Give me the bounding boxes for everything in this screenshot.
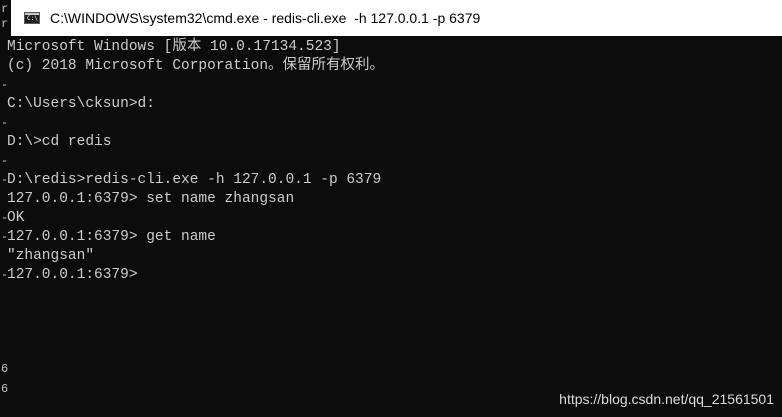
console-line: D:\>cd redis [7, 134, 112, 150]
console-line: 127.0.0.1:6379> get name [7, 229, 216, 245]
cmd-app-icon[interactable]: C:\ [24, 12, 40, 24]
watermark-text: https://blog.csdn.net/qq_21561501 [559, 391, 774, 407]
margin-glyph: r [1, 17, 9, 31]
console-line: OK [7, 210, 25, 226]
console-line: "zhangsan" [7, 248, 95, 264]
window-title: C:\WINDOWS\system32\cmd.exe - redis-cli.… [50, 10, 481, 26]
console-output[interactable]: Microsoft Windows [版本 10.0.17134.523] (c)… [7, 38, 777, 285]
title-bar[interactable]: C:\ C:\WINDOWS\system32\cmd.exe - redis-… [11, 0, 782, 36]
console-line: 127.0.0.1:6379> [7, 267, 138, 283]
cmd-window: r r - - - - - - - 6 6 C:\ C:\WINDOWS\sys… [0, 0, 782, 417]
console-line: (c) 2018 Microsoft Corporation。保留所有权利。 [7, 58, 385, 74]
margin-glyph: r [1, 2, 9, 16]
margin-glyph: 6 [1, 362, 9, 376]
cmd-icon-glyph: C:\ [27, 15, 38, 22]
console-line: D:\redis>redis-cli.exe -h 127.0.0.1 -p 6… [7, 172, 382, 188]
margin-glyph: 6 [1, 382, 9, 396]
console-line: 127.0.0.1:6379> set name zhangsan [7, 191, 295, 207]
console-line: C:\Users\cksun>d: [7, 96, 155, 112]
console-line: Microsoft Windows [版本 10.0.17134.523] [7, 39, 341, 55]
